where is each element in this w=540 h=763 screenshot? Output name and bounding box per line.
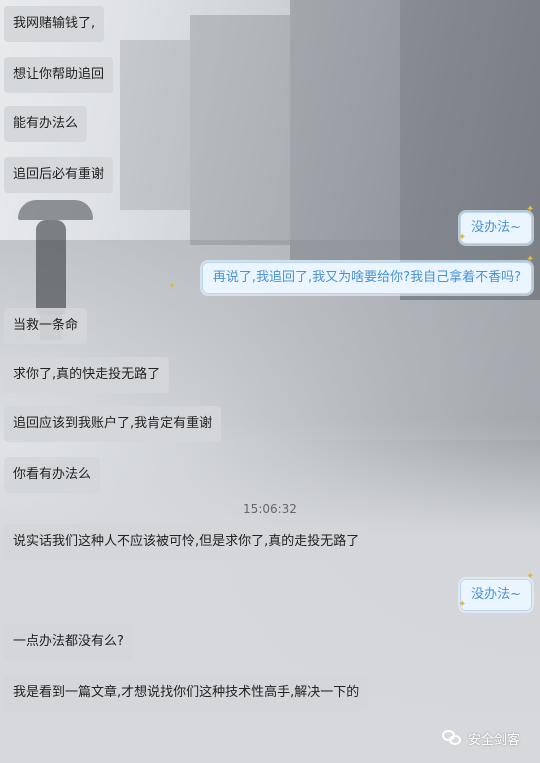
sparkle-icon: ✦ (458, 232, 467, 243)
chat-message-left: 追回后必有重谢 (4, 157, 114, 193)
chat-message-left: 一点办法都没有么? (4, 624, 133, 660)
chat-message-left: 能有办法么 (4, 106, 88, 142)
chat-message-left: 追回应该到我账户了,我肯定有重谢 (4, 406, 222, 442)
sparkle-icon: ✦ (526, 254, 535, 265)
chat-message-left: 求你了,真的快走投无路了 (4, 357, 170, 393)
sparkle-icon: ✦ (168, 281, 177, 292)
sparkle-icon: ✦ (458, 599, 467, 610)
chat-message-left: 说实话我们这种人不应该被可怜,但是求你了,真的走投无路了 (4, 524, 369, 560)
chat-message-right: 再说了,我追回了,我又为啥要给你?我自己拿着不香吗? (201, 262, 532, 294)
chat-message-left: 想让你帮助追回 (4, 57, 114, 93)
chat-message-left: 你看有办法么 (4, 457, 101, 493)
chat-message-left: 当救一条命 (4, 308, 88, 344)
chat-message-right: 没办法~ (460, 579, 532, 611)
sparkle-icon: ✦ (526, 571, 535, 582)
chat-message-right: 没办法~ (460, 212, 532, 244)
sparkle-icon: ✦ (526, 204, 535, 215)
chat-timestamp: 15:06:32 (243, 502, 297, 516)
chat-message-left: 我是看到一篇文章,才想说找你们这种技术性高手,解决一下的 (4, 675, 369, 711)
watermark-text: 安全剑客 (468, 732, 521, 748)
chat-area: 我网赌输钱了, 想让你帮助追回 能有办法么 追回后必有重谢 没办法~ ✦ ✦ 再… (0, 0, 540, 763)
wechat-icon (442, 730, 462, 746)
chat-message-left: 我网赌输钱了, (4, 6, 105, 42)
wechat-watermark: 安全剑客 (442, 727, 520, 749)
